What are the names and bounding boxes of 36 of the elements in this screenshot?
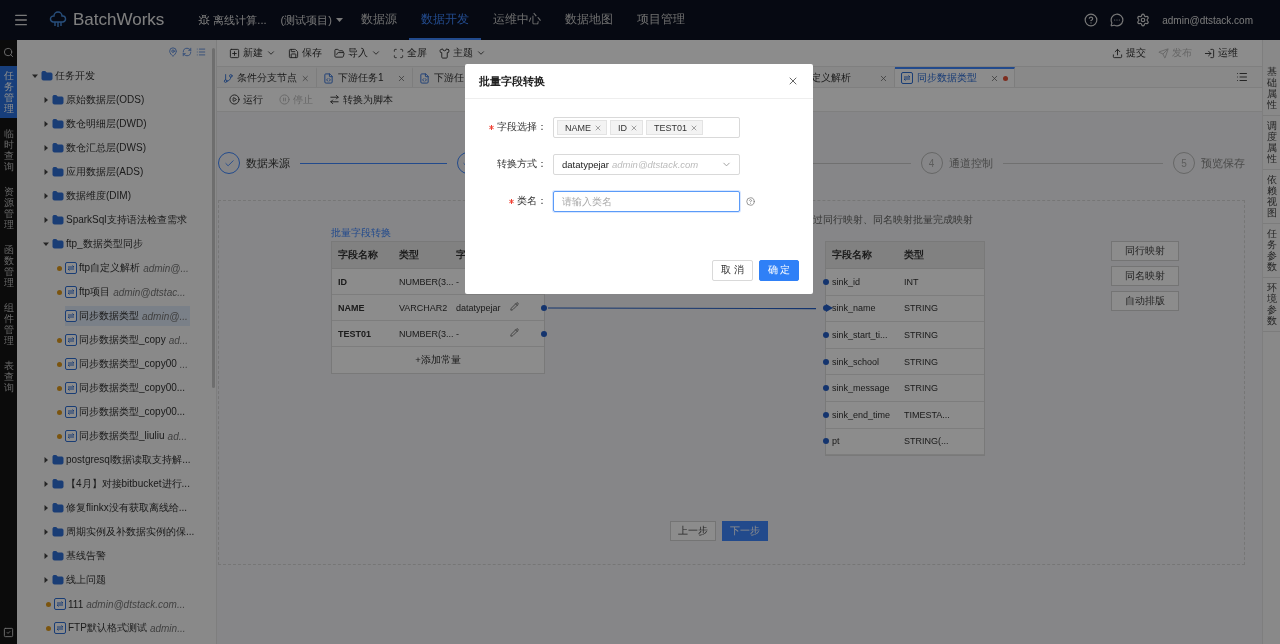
- table-cell: NUMBER(3...: [399, 328, 454, 339]
- column-header: 字: [456, 248, 466, 262]
- field-label: 转换方式：: [497, 158, 547, 171]
- table-cell: sink_school: [832, 356, 880, 367]
- step-label: 预览保存: [1201, 155, 1245, 171]
- hint-text: 过同行映射、同名映射批量完成映射: [813, 214, 974, 227]
- table-cell: sink_message: [832, 383, 890, 394]
- table-cell: datatypejar: [456, 302, 501, 313]
- table-cell: NAME: [338, 302, 365, 313]
- table-cell: ID: [338, 276, 347, 287]
- table-cell: NUMBER(3...: [399, 276, 454, 287]
- field-label: 字段选择：: [497, 121, 547, 134]
- table-cell: sink_start_ti...: [832, 330, 888, 340]
- table-cell: STRING(...: [904, 436, 949, 447]
- dialog-title: 批量字段转换: [479, 73, 545, 89]
- table-cell: pt: [832, 436, 840, 447]
- table-cell: TEST01: [338, 328, 371, 339]
- step-label: 数据来源: [246, 155, 290, 171]
- column-header: 字段名称: [832, 248, 872, 262]
- table-cell: sink_name: [832, 303, 876, 314]
- table-cell: sink_end_time: [832, 409, 891, 420]
- app-logo: BatchWorks: [73, 10, 165, 30]
- table-cell: sink_id: [832, 276, 860, 287]
- table-cell: STRING: [904, 356, 938, 367]
- column-header: 字段名称: [338, 248, 378, 262]
- field-label: 类名：: [517, 195, 547, 208]
- column-header: 类型: [904, 248, 924, 262]
- table-cell: STRING: [904, 330, 938, 340]
- table-cell: -: [456, 328, 459, 339]
- column-header: 类型: [399, 248, 419, 262]
- table-cell: INT: [904, 276, 919, 287]
- table-cell: -: [456, 276, 459, 287]
- table-cell: VARCHAR2: [399, 302, 448, 313]
- table-cell: STRING: [904, 303, 938, 314]
- table-cell: STRING: [904, 383, 938, 394]
- table-cell: TIMESTA...: [904, 409, 950, 420]
